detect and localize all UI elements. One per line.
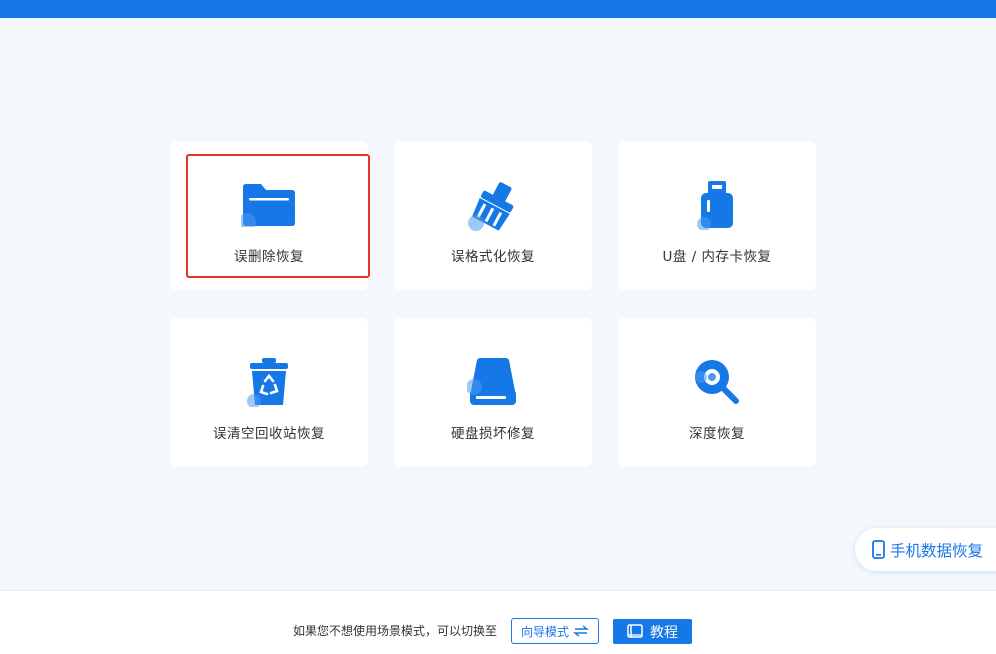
- mode-switch-hint: 如果您不想使用场景模式，可以切换至: [293, 624, 498, 638]
- usb-drive-icon: [687, 179, 747, 231]
- phone-recovery-button[interactable]: 手机数据恢复: [855, 528, 996, 571]
- guide-mode-label: 向导模式: [520, 624, 569, 639]
- title-bar: [0, 0, 996, 18]
- phone-icon: [872, 540, 885, 559]
- hard-drive-icon: [463, 356, 523, 408]
- card-disk-repair[interactable]: 硬盘损坏修复: [394, 318, 592, 467]
- recycle-bin-icon: [239, 356, 299, 408]
- broom-icon: [463, 179, 523, 231]
- card-label: 硬盘损坏修复: [451, 426, 535, 442]
- card-format-recovery[interactable]: 误格式化恢复: [394, 141, 592, 290]
- card-label: U盘 / 内存卡恢复: [662, 249, 772, 265]
- card-deleted-recovery[interactable]: 误删除恢复: [170, 141, 368, 290]
- swap-arrows-icon: [573, 625, 589, 637]
- card-label: 深度恢复: [689, 426, 745, 442]
- phone-recovery-label: 手机数据恢复: [890, 541, 984, 560]
- deep-scan-icon: [687, 356, 747, 408]
- card-deep-recovery[interactable]: 深度恢复: [618, 318, 816, 467]
- book-icon: [627, 624, 643, 638]
- card-label: 误删除恢复: [234, 249, 304, 265]
- tutorial-label: 教程: [650, 624, 678, 641]
- card-label: 误清空回收站恢复: [213, 426, 325, 442]
- footer-bar: 如果您不想使用场景模式，可以切换至 向导模式 教程: [0, 590, 996, 654]
- folder-icon: [239, 179, 299, 231]
- tutorial-button[interactable]: 教程: [613, 619, 692, 644]
- guide-mode-button[interactable]: 向导模式: [511, 618, 599, 644]
- card-usb-recovery[interactable]: U盘 / 内存卡恢复: [618, 141, 816, 290]
- card-recycle-bin-recovery[interactable]: 误清空回收站恢复: [170, 318, 368, 467]
- card-label: 误格式化恢复: [451, 249, 535, 265]
